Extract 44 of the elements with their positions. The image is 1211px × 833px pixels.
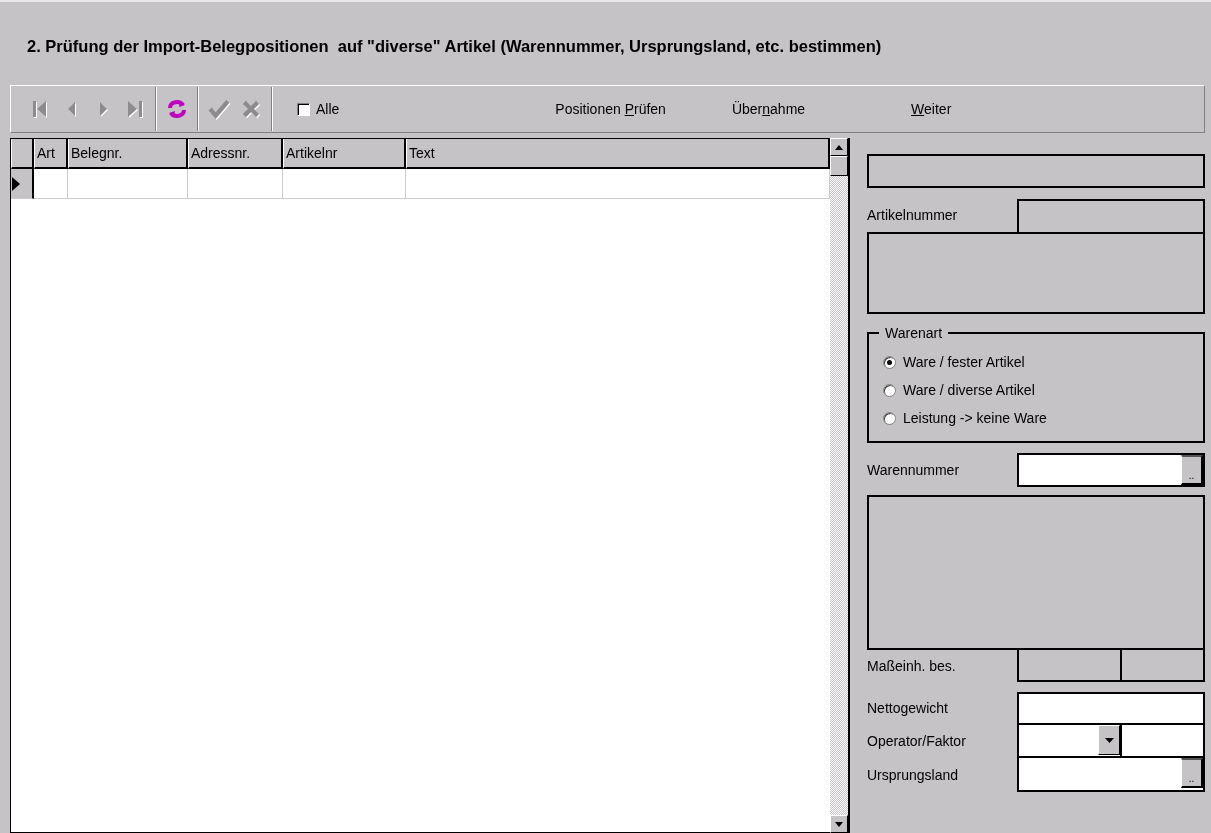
- caret-icon: [1104, 737, 1114, 743]
- radio-label: Leistung -> keine Ware: [903, 408, 1047, 428]
- field-label: Warennummer: [867, 460, 961, 480]
- first-record-icon: [32, 101, 46, 117]
- column-header[interactable]: Artikelnr: [283, 139, 406, 169]
- up-arrow-icon: [835, 144, 843, 150]
- radio-button[interactable]: [883, 383, 896, 397]
- field-label: Nettogewicht: [867, 699, 949, 718]
- field-label: Artikelnummer: [867, 206, 959, 225]
- input-field[interactable]: [1120, 725, 1205, 758]
- checkbox-label: Alle: [316, 99, 340, 119]
- input-field[interactable]: ..: [1017, 453, 1205, 487]
- action-button[interactable]: Positionen Prüfen: [555, 98, 666, 120]
- refresh-icon: [166, 98, 188, 120]
- next-record-icon: [99, 102, 107, 116]
- field-label: Operator/Faktor: [867, 732, 967, 751]
- action-button[interactable]: Weiter: [911, 98, 952, 120]
- dropdown-field[interactable]: [1017, 725, 1120, 758]
- previous-record-icon: [67, 102, 75, 116]
- input-field[interactable]: ..: [1017, 758, 1205, 792]
- action-button[interactable]: Übernahme: [731, 98, 806, 120]
- down-arrow-icon: [835, 821, 843, 827]
- field-label: Ursprungsland: [867, 765, 960, 785]
- scrollbar[interactable]: [830, 138, 850, 833]
- browse-button[interactable]: ..: [1181, 758, 1203, 788]
- last-record-icon: [128, 101, 142, 117]
- scroll-up-button[interactable]: [830, 138, 848, 156]
- radio-label: Ware / diverse Artikel: [903, 380, 1035, 400]
- radio-button[interactable]: [883, 411, 896, 425]
- checkmark-icon: [208, 98, 230, 120]
- column-header[interactable]: Belegnr.: [68, 139, 188, 169]
- scroll-down-button[interactable]: [830, 815, 848, 833]
- column-header[interactable]: Adressnr.: [188, 139, 283, 169]
- scroll-thumb[interactable]: [830, 156, 848, 176]
- close-icon: [240, 98, 262, 120]
- dropdown-button[interactable]: [1098, 725, 1120, 755]
- column-header[interactable]: Text: [406, 139, 830, 169]
- form-title: 2. Prüfung der Import-Belegpositionen auf "diverse" Artikel (Warennummer, Ursprungsland, etc. bestimmen): [26, 36, 883, 57]
- field-label: Maßeinh. bes.: [867, 656, 957, 676]
- column-header[interactable]: Art: [34, 139, 68, 169]
- radio-label: Ware / fester Artikel: [903, 352, 1025, 372]
- input-field[interactable]: [1017, 692, 1205, 725]
- browse-button[interactable]: ..: [1181, 455, 1203, 485]
- checkbox[interactable]: [297, 102, 310, 116]
